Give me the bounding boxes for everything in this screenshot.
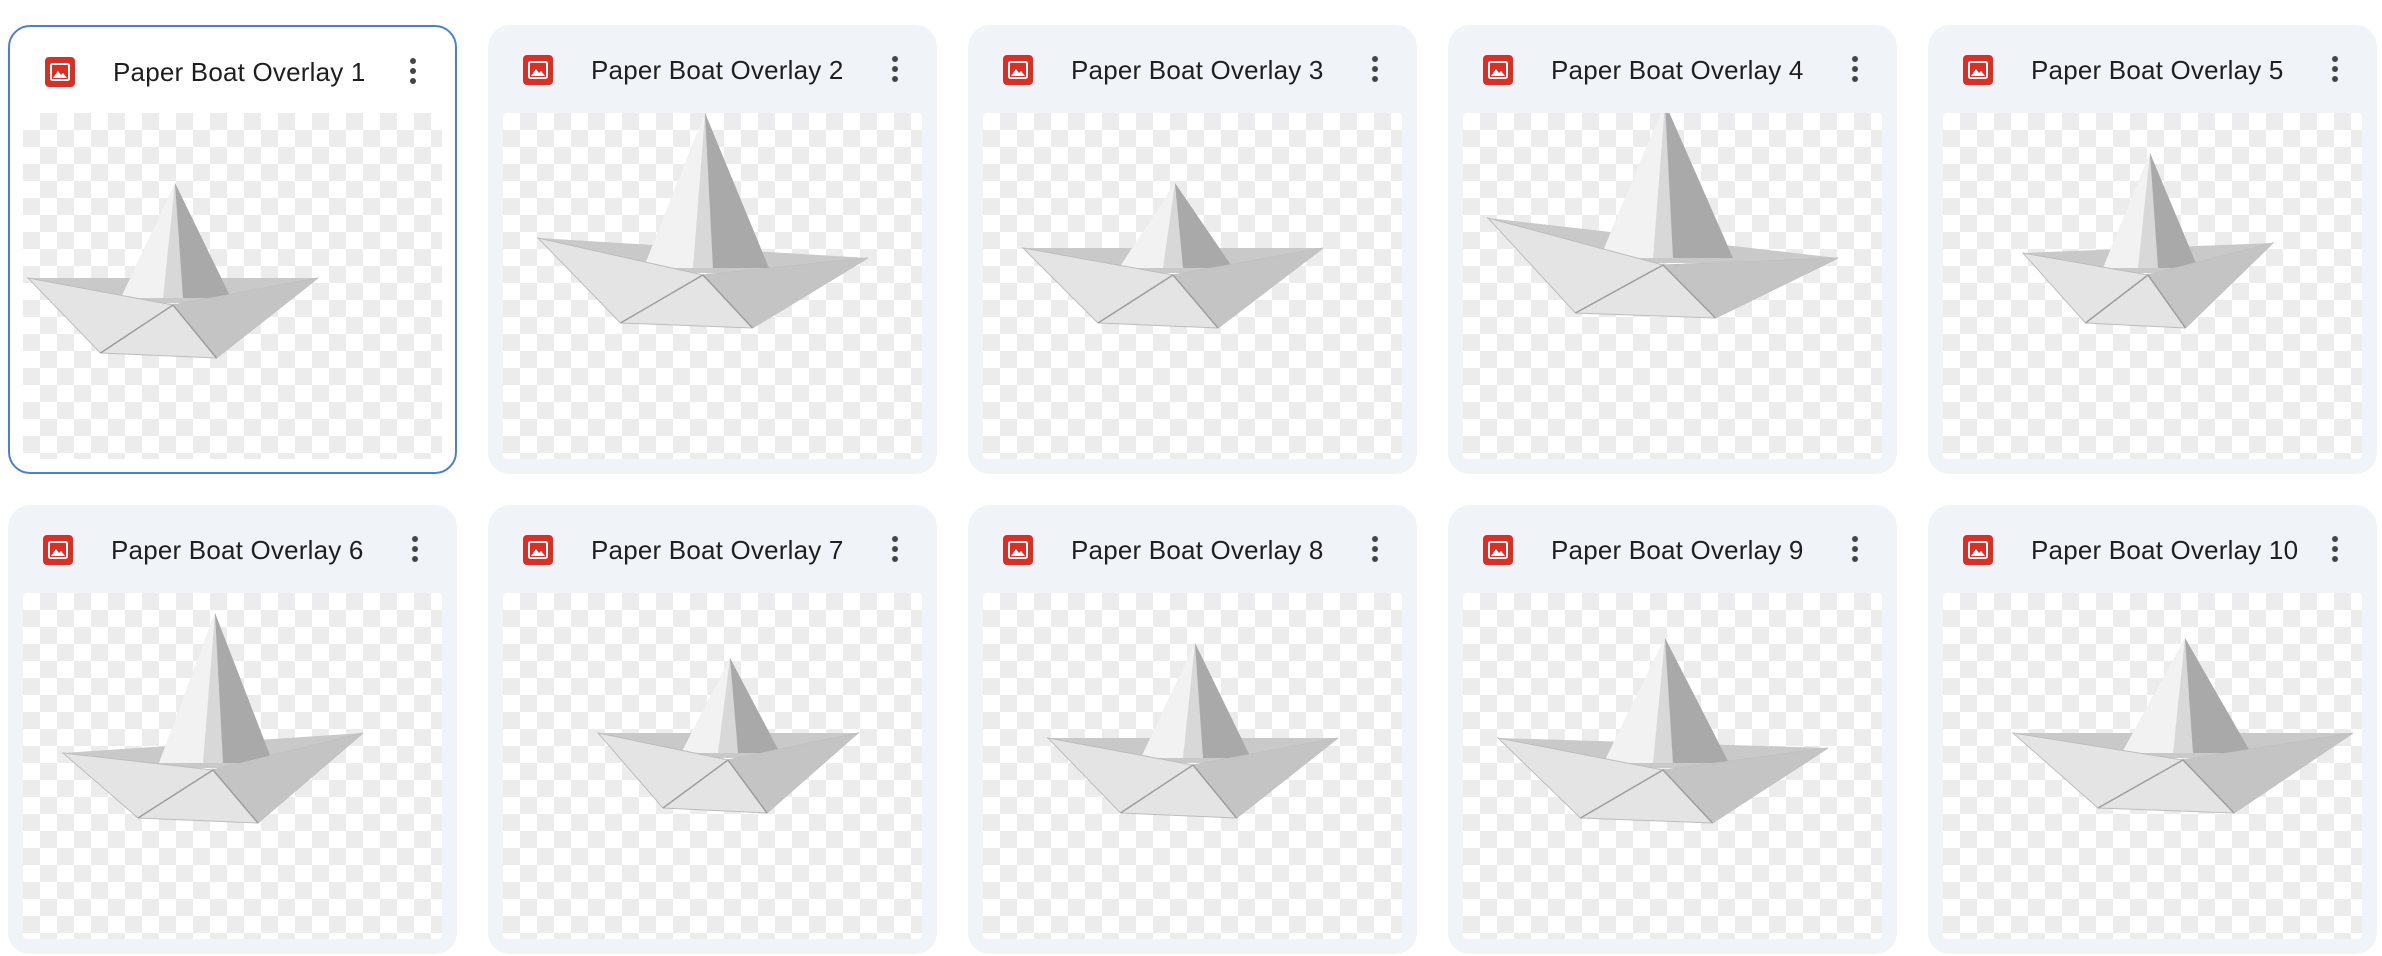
file-name: Paper Boat Overlay 4: [1551, 55, 1804, 85]
more-vert-icon: [892, 56, 898, 82]
more-actions-button[interactable]: [1833, 527, 1877, 571]
paper-boat-image: [2021, 153, 2275, 329]
paper-boat-image: [1496, 638, 1829, 824]
file-card-header: Paper Boat Overlay 7: [488, 505, 937, 593]
file-name: Paper Boat Overlay 2: [591, 55, 844, 85]
more-vert-icon: [2332, 536, 2338, 562]
file-card-header: Paper Boat Overlay 2: [488, 25, 937, 113]
more-actions-button[interactable]: [873, 47, 917, 91]
more-vert-icon: [2332, 56, 2338, 82]
file-card-header: Paper Boat Overlay 4: [1448, 25, 1897, 113]
file-card[interactable]: Paper Boat Overlay 8: [968, 505, 1417, 954]
image-file-icon: [43, 535, 73, 565]
file-grid: Paper Boat Overlay 1 Paper Boat Overlay …: [8, 25, 2377, 954]
file-name: Paper Boat Overlay 1: [113, 57, 366, 87]
file-name: Paper Boat Overlay 9: [1551, 535, 1804, 565]
more-actions-button[interactable]: [393, 527, 437, 571]
more-actions-button[interactable]: [1353, 47, 1397, 91]
file-card[interactable]: Paper Boat Overlay 9: [1448, 505, 1897, 954]
paper-boat-image: [1486, 113, 1839, 319]
file-thumbnail: [983, 113, 1402, 459]
paper-boat-image: [1046, 643, 1339, 819]
file-card-header: Paper Boat Overlay 9: [1448, 505, 1897, 593]
image-file-icon: [1483, 535, 1513, 565]
file-card[interactable]: Paper Boat Overlay 3: [968, 25, 1417, 474]
image-file-icon: [523, 535, 553, 565]
more-vert-icon: [412, 536, 418, 562]
file-card[interactable]: Paper Boat Overlay 10: [1928, 505, 2377, 954]
file-card[interactable]: Paper Boat Overlay 1: [8, 25, 457, 474]
file-card-header: Paper Boat Overlay 10: [1928, 505, 2377, 593]
file-card-header: Paper Boat Overlay 5: [1928, 25, 2377, 113]
file-thumbnail: [1463, 113, 1882, 459]
paper-boat-image: [536, 113, 869, 329]
paper-boat-image: [2011, 638, 2354, 814]
image-file-icon: [1483, 55, 1513, 85]
more-vert-icon: [1372, 536, 1378, 562]
more-actions-button[interactable]: [391, 49, 435, 93]
image-file-icon: [1003, 55, 1033, 85]
image-file-icon: [1003, 535, 1033, 565]
more-vert-icon: [1372, 56, 1378, 82]
file-card[interactable]: Paper Boat Overlay 7: [488, 505, 937, 954]
more-actions-button[interactable]: [2313, 47, 2357, 91]
file-card-header: Paper Boat Overlay 8: [968, 505, 1417, 593]
file-card-header: Paper Boat Overlay 3: [968, 25, 1417, 113]
more-actions-button[interactable]: [2313, 527, 2357, 571]
more-vert-icon: [410, 58, 416, 84]
file-thumbnail: [983, 593, 1402, 939]
file-card[interactable]: Paper Boat Overlay 4: [1448, 25, 1897, 474]
paper-boat-image: [61, 613, 364, 824]
more-vert-icon: [1852, 56, 1858, 82]
file-card[interactable]: Paper Boat Overlay 5: [1928, 25, 2377, 474]
more-actions-button[interactable]: [1833, 47, 1877, 91]
more-actions-button[interactable]: [1353, 527, 1397, 571]
file-name: Paper Boat Overlay 3: [1071, 55, 1324, 85]
more-actions-button[interactable]: [873, 527, 917, 571]
image-file-icon: [1963, 535, 1993, 565]
file-name: Paper Boat Overlay 5: [2031, 55, 2284, 85]
image-file-icon: [523, 55, 553, 85]
file-card[interactable]: Paper Boat Overlay 2: [488, 25, 937, 474]
paper-boat-image: [26, 183, 319, 359]
file-card[interactable]: Paper Boat Overlay 6: [8, 505, 457, 954]
file-thumbnail: [23, 593, 442, 939]
file-card-header: Paper Boat Overlay 6: [8, 505, 457, 593]
paper-boat-image: [596, 658, 860, 814]
file-thumbnail: [1943, 593, 2362, 939]
image-file-icon: [45, 57, 75, 87]
paper-boat-image: [1021, 183, 1324, 329]
file-thumbnail: [1463, 593, 1882, 939]
more-vert-icon: [1852, 536, 1858, 562]
file-thumbnail: [503, 593, 922, 939]
file-name: Paper Boat Overlay 6: [111, 535, 364, 565]
more-vert-icon: [892, 536, 898, 562]
file-card-header: Paper Boat Overlay 1: [10, 27, 455, 115]
file-name: Paper Boat Overlay 8: [1071, 535, 1324, 565]
file-name: Paper Boat Overlay 7: [591, 535, 844, 565]
image-file-icon: [1963, 55, 1993, 85]
file-name: Paper Boat Overlay 10: [2031, 535, 2299, 565]
file-thumbnail: [23, 113, 442, 459]
file-thumbnail: [1943, 113, 2362, 459]
file-thumbnail: [503, 113, 922, 459]
